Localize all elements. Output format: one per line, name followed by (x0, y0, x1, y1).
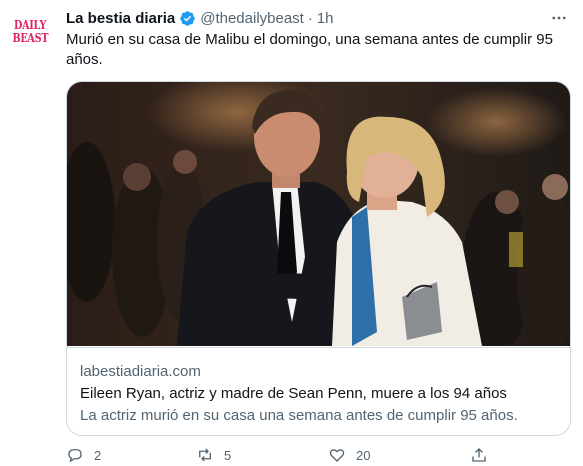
tweet-actions: 2 5 20 (66, 446, 566, 466)
retweet-button[interactable]: 5 (196, 446, 231, 464)
reply-count: 2 (94, 447, 102, 463)
share-button[interactable] (470, 446, 488, 464)
verified-badge-icon (179, 10, 196, 27)
avatar[interactable]: DAILY BEAST (8, 10, 52, 54)
more-horizontal-icon[interactable] (548, 8, 570, 28)
reply-icon (68, 449, 82, 463)
separator-dot: · (307, 9, 313, 27)
card-info: labestiadiaria.com Eileen Ryan, actriz y… (67, 347, 570, 424)
avatar-line-2: BEAST (12, 31, 48, 45)
like-button[interactable]: 20 (328, 446, 370, 464)
card-description: La actriz murió en su casa una semana an… (80, 407, 518, 424)
heart-icon (329, 449, 345, 462)
tweet-header: La bestia diaria @thedailybeast · 1h (66, 8, 334, 28)
link-card[interactable]: labestiadiaria.com Eileen Ryan, actriz y… (66, 81, 571, 436)
share-icon (472, 448, 486, 462)
tweet-text: Murió en su casa de Malibu el domingo, u… (66, 31, 553, 68)
card-title: Eileen Ryan, actriz y madre de Sean Penn… (80, 385, 507, 402)
retweet-icon (199, 448, 211, 462)
card-domain: labestiadiaria.com (80, 363, 201, 380)
author-name[interactable]: La bestia diaria (66, 10, 175, 27)
reply-button[interactable]: 2 (66, 446, 101, 464)
tweet[interactable]: DAILY BEAST La bestia diaria @thedailybe… (0, 0, 583, 463)
card-image (67, 82, 570, 346)
like-count: 20 (356, 447, 371, 463)
timestamp[interactable]: 1h (317, 10, 334, 27)
author-handle[interactable]: @thedailybeast (200, 10, 304, 27)
retweet-count: 5 (224, 447, 232, 463)
